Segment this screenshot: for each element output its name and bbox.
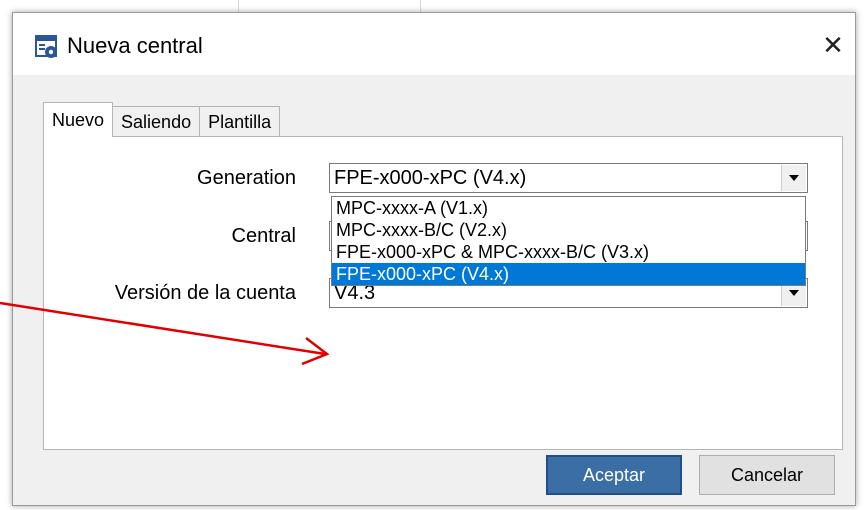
annotation-arrow bbox=[0, 301, 330, 366]
